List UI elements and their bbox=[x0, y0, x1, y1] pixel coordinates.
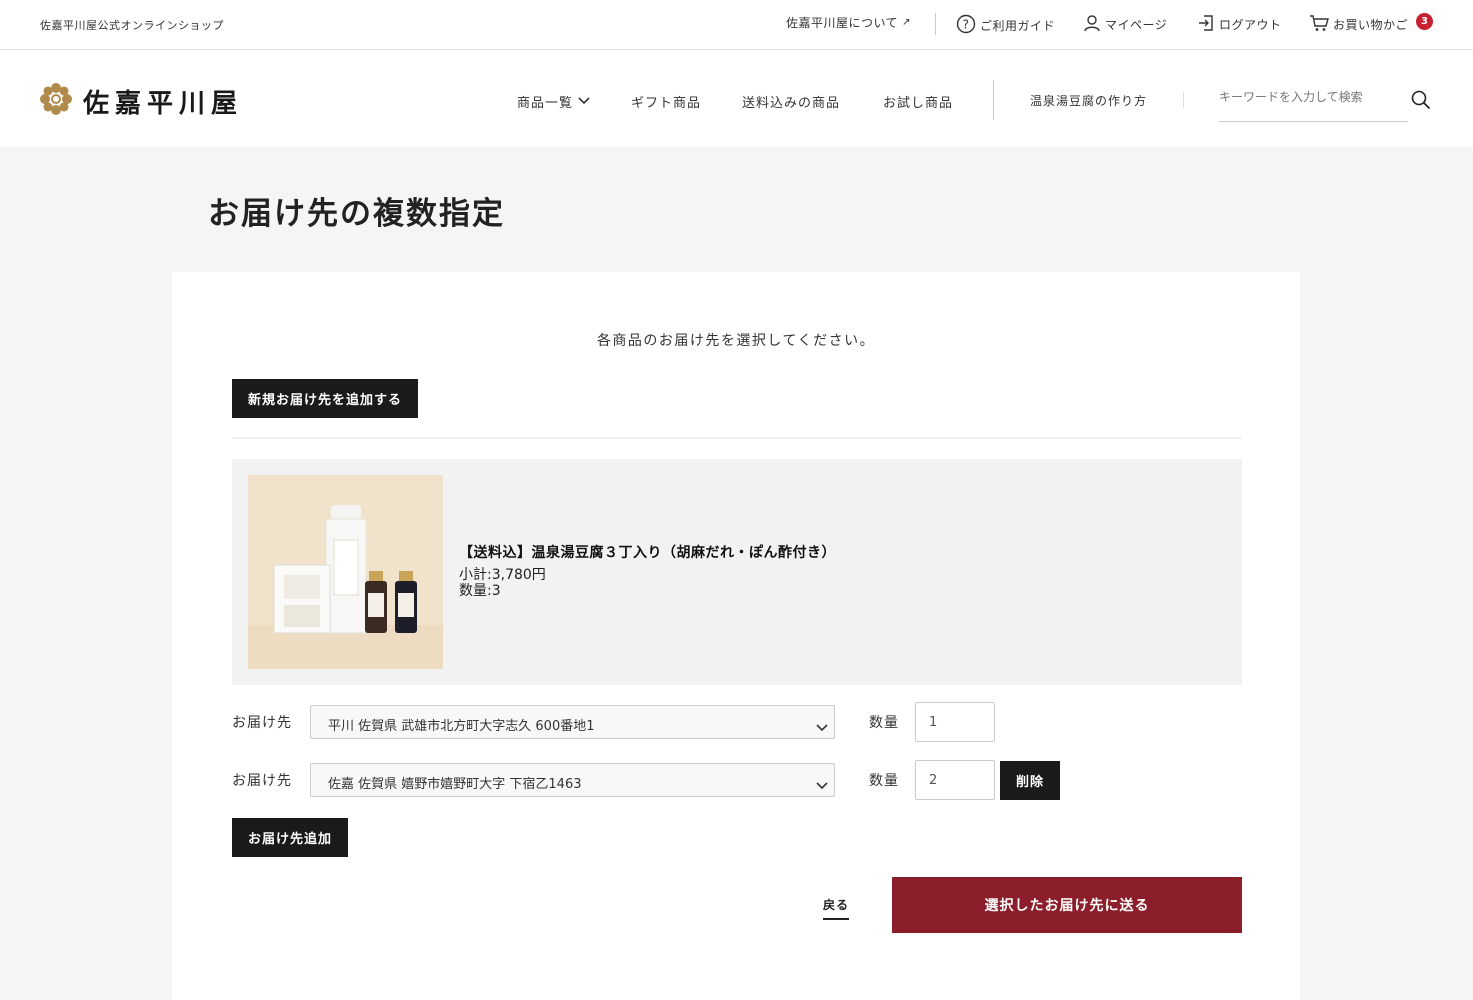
guide-link[interactable]: ? ご利用ガイド bbox=[956, 14, 1055, 37]
product-summary: 【送料込】温泉湯豆腐３丁入り（胡麻だれ・ぽん酢付き） 小計:3,780円 数量:… bbox=[232, 459, 1242, 685]
mypage-label: マイページ bbox=[1105, 18, 1168, 32]
destination-label: お届け先 bbox=[232, 715, 292, 731]
instruction-text: 各商品のお届け先を選択してください。 bbox=[596, 333, 876, 349]
chevron-down-icon bbox=[578, 94, 590, 109]
nav-howto[interactable]: 温泉湯豆腐の作り方 bbox=[1030, 92, 1147, 109]
content-card: 各商品のお届け先を選択してください。 新規お届け先を追加する 【送料込】温泉湯豆… bbox=[172, 272, 1300, 1000]
user-icon bbox=[1083, 14, 1101, 35]
quantity-label: 数量 bbox=[869, 773, 899, 789]
mypage-link[interactable]: マイページ bbox=[1083, 14, 1167, 35]
external-link-icon: ↗ bbox=[902, 17, 912, 28]
shop-name: 佐嘉平川屋公式オンラインショップ bbox=[40, 19, 224, 32]
product-name: 【送料込】温泉湯豆腐３丁入り（胡麻だれ・ぽん酢付き） bbox=[459, 545, 836, 561]
quantity-input[interactable]: 1 bbox=[915, 702, 995, 742]
nav-howto-label: 温泉湯豆腐の作り方 bbox=[1030, 94, 1148, 108]
nav-divider bbox=[993, 80, 994, 120]
page-title: お届け先の複数指定 bbox=[208, 196, 505, 232]
logout-label: ログアウト bbox=[1219, 18, 1282, 32]
guide-label: ご利用ガイド bbox=[980, 19, 1056, 33]
product-image bbox=[248, 475, 443, 669]
submit-button[interactable]: 選択したお届け先に送る bbox=[892, 877, 1242, 933]
logo[interactable]: 佐嘉平川屋 bbox=[39, 82, 243, 120]
product-subtotal: 小計:3,780円 bbox=[459, 567, 546, 583]
cart-label: お買い物かご bbox=[1333, 18, 1409, 32]
nav-products-label: 商品一覧 bbox=[517, 96, 574, 111]
quantity-label: 数量 bbox=[869, 715, 899, 731]
nav-trial[interactable]: お試し商品 bbox=[883, 92, 953, 111]
search-input[interactable] bbox=[1219, 86, 1408, 104]
destination-select-value: 平川 佐賀県 武雄市北方町大字志久 600番地1 bbox=[328, 719, 595, 734]
nav-gift[interactable]: ギフト商品 bbox=[631, 92, 701, 111]
destination-select-value: 佐嘉 佐賀県 嬉野市嬉野町大字 下宿乙1463 bbox=[328, 777, 582, 792]
cart-link[interactable]: お買い物かご bbox=[1309, 14, 1408, 35]
divider bbox=[935, 13, 936, 35]
utility-bar: 佐嘉平川屋公式オンラインショップ 佐嘉平川屋について ↗ ? ご利用ガイド マイ… bbox=[0, 0, 1473, 50]
product-meta: 小計:3,780円 数量:3 bbox=[459, 567, 546, 599]
add-new-address-button[interactable]: 新規お届け先を追加する bbox=[232, 379, 418, 418]
quantity-input[interactable]: 2 bbox=[915, 760, 995, 800]
nav-products[interactable]: 商品一覧 bbox=[517, 92, 590, 111]
delete-button[interactable]: 削除 bbox=[1000, 761, 1060, 800]
chevron-down-icon bbox=[816, 717, 828, 736]
search-icon[interactable] bbox=[1411, 90, 1431, 114]
nav-free-shipping[interactable]: 送料込みの商品 bbox=[742, 92, 840, 111]
logout-icon bbox=[1197, 14, 1215, 35]
destination-label: お届け先 bbox=[232, 773, 292, 789]
logout-link[interactable]: ログアウト bbox=[1197, 14, 1282, 35]
cart-count-badge: 3 bbox=[1416, 13, 1433, 30]
destination-select[interactable]: 平川 佐賀県 武雄市北方町大字志久 600番地1 bbox=[310, 705, 835, 739]
destination-select[interactable]: 佐嘉 佐賀県 嬉野市嬉野町大字 下宿乙1463 bbox=[310, 763, 835, 797]
logo-crest-icon bbox=[39, 82, 73, 120]
divider bbox=[232, 437, 1242, 439]
cart-icon bbox=[1309, 14, 1329, 35]
svg-text:?: ? bbox=[963, 18, 970, 32]
nav-gift-label: ギフト商品 bbox=[631, 96, 702, 111]
add-destination-button[interactable]: お届け先追加 bbox=[232, 818, 348, 857]
help-icon: ? bbox=[956, 14, 976, 37]
about-link[interactable]: 佐嘉平川屋について ↗ bbox=[786, 14, 911, 31]
search-box bbox=[1219, 86, 1408, 122]
main-header: 佐嘉平川屋 商品一覧 ギフト商品 送料込みの商品 お試し商品 温泉湯豆腐の作り方 bbox=[0, 50, 1473, 147]
about-label: 佐嘉平川屋について bbox=[786, 16, 899, 30]
product-quantity: 数量:3 bbox=[459, 583, 501, 599]
nav-trial-label: お試し商品 bbox=[883, 96, 954, 111]
nav-free-shipping-label: 送料込みの商品 bbox=[742, 96, 841, 111]
logo-text: 佐嘉平川屋 bbox=[83, 88, 244, 119]
nav-divider bbox=[1183, 92, 1184, 108]
back-link[interactable]: 戻る bbox=[823, 896, 850, 920]
chevron-down-icon bbox=[816, 775, 828, 794]
